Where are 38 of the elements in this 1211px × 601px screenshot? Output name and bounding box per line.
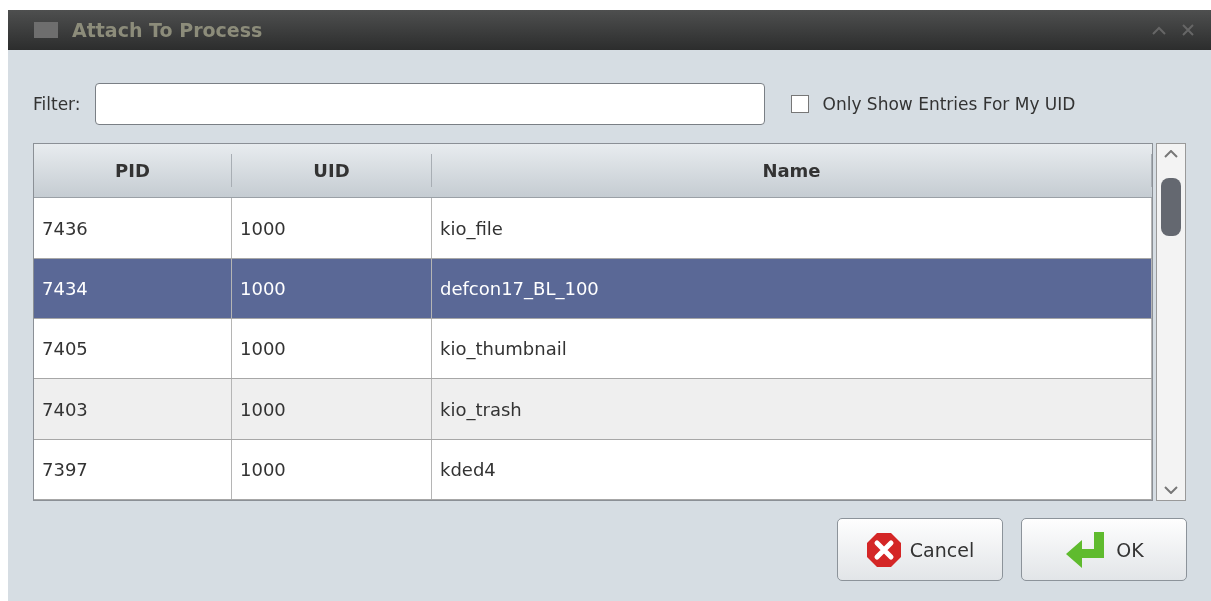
table-row[interactable]: 7436 1000 kio_file [34, 198, 1152, 259]
scroll-up-icon[interactable] [1164, 150, 1178, 158]
table-cell: 1000 [232, 319, 432, 379]
scrollbar[interactable] [1156, 143, 1186, 501]
filter-field[interactable] [94, 83, 765, 125]
table-cell: kded4 [432, 439, 1152, 500]
checkbox[interactable] [790, 95, 809, 113]
window-title: Attach To Process [72, 19, 264, 41]
table-cell: defcon17_BL_100 [432, 258, 1152, 319]
table-cell: 1000 [232, 439, 432, 500]
table-row[interactable]: 7403 1000 kio_trash [34, 379, 1152, 440]
scroll-down-icon[interactable] [1164, 486, 1178, 494]
table-row[interactable]: 7405 1000 kio_thumbnail [34, 319, 1152, 380]
checkbox-label[interactable]: Only Show Entries For My UID [822, 94, 1076, 114]
table-cell: 1000 [232, 198, 432, 258]
table-row[interactable]: 7397 1000 kded4 [34, 439, 1152, 501]
table-row[interactable]: 7434 1000 defcon17_BL_100 [34, 258, 1152, 320]
table-cell: 1000 [232, 258, 432, 319]
table-cell: 1000 [232, 379, 432, 439]
table-cell: 7434 [34, 258, 232, 319]
cancel-button[interactable]: Cancel [837, 518, 1003, 581]
column-header[interactable]: Name [432, 154, 1152, 188]
maximize-icon[interactable] [1151, 25, 1167, 35]
cancel-icon [865, 531, 902, 568]
table-cell: kio_trash [432, 379, 1152, 439]
column-header[interactable]: UID [232, 154, 432, 188]
table-cell: 7403 [34, 379, 232, 439]
window-icon [34, 22, 58, 38]
table-cell: kio_file [432, 198, 1152, 258]
table-cell: 7397 [34, 439, 232, 500]
scrollbar-thumb[interactable] [1161, 178, 1181, 236]
column-header[interactable]: PID [34, 154, 232, 188]
ok-button[interactable]: OK [1021, 518, 1187, 581]
filter-label: Filter: [33, 94, 81, 114]
table-cell: kio_thumbnail [432, 319, 1152, 379]
table-cell: 7436 [34, 198, 232, 258]
close-icon[interactable] [1181, 23, 1195, 37]
table-cell: 7405 [34, 319, 232, 379]
